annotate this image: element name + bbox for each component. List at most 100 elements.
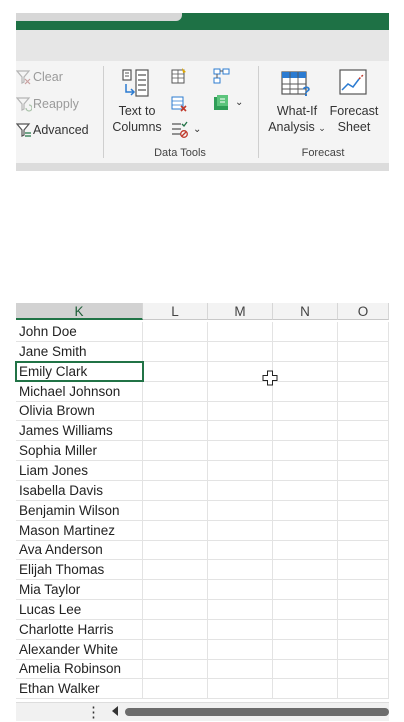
empty-cell[interactable] xyxy=(208,460,273,480)
horizontal-scroll-thumb[interactable] xyxy=(125,708,389,716)
name-cell[interactable]: Amelia Robinson xyxy=(16,659,143,679)
name-cell[interactable]: Emily Clark xyxy=(15,360,144,382)
empty-cell[interactable] xyxy=(338,500,389,520)
flash-fill-icon[interactable] xyxy=(170,67,188,90)
empty-cell[interactable] xyxy=(273,560,338,580)
remove-duplicates-icon[interactable] xyxy=(170,95,188,118)
empty-cell[interactable] xyxy=(273,361,338,381)
empty-cell[interactable] xyxy=(208,441,273,461)
name-cell[interactable]: Charlotte Harris xyxy=(16,619,143,639)
empty-cell[interactable] xyxy=(143,639,208,659)
empty-cell[interactable] xyxy=(273,460,338,480)
empty-cell[interactable] xyxy=(273,341,338,361)
empty-cell[interactable] xyxy=(208,560,273,580)
name-cell[interactable]: Ethan Walker xyxy=(16,679,143,699)
empty-cell[interactable] xyxy=(273,599,338,619)
empty-cell[interactable] xyxy=(273,679,338,699)
empty-cell[interactable] xyxy=(143,580,208,600)
chevron-down-icon[interactable]: ⌄ xyxy=(235,97,243,108)
empty-cell[interactable] xyxy=(143,560,208,580)
name-cell[interactable]: Elijah Thomas xyxy=(16,560,143,580)
empty-cell[interactable] xyxy=(208,580,273,600)
column-header-k[interactable]: K xyxy=(16,303,143,320)
data-validation-icon[interactable] xyxy=(170,121,188,144)
column-header-m[interactable]: M xyxy=(208,303,273,320)
empty-cell[interactable] xyxy=(208,599,273,619)
empty-cell[interactable] xyxy=(338,480,389,500)
sheet-options-icon[interactable]: ⋮ xyxy=(86,703,101,721)
manage-data-model-icon[interactable] xyxy=(212,94,232,117)
empty-cell[interactable] xyxy=(143,401,208,421)
name-cell[interactable]: Mason Martinez xyxy=(16,520,143,540)
empty-cell[interactable] xyxy=(208,401,273,421)
empty-cell[interactable] xyxy=(338,401,389,421)
scroll-left-icon[interactable] xyxy=(110,704,120,722)
empty-cell[interactable] xyxy=(338,341,389,361)
empty-cell[interactable] xyxy=(338,322,389,341)
empty-cell[interactable] xyxy=(143,540,208,560)
empty-cell[interactable] xyxy=(338,520,389,540)
name-cell[interactable]: Ava Anderson xyxy=(16,540,143,560)
empty-cell[interactable] xyxy=(208,322,273,341)
empty-cell[interactable] xyxy=(338,441,389,461)
empty-cell[interactable] xyxy=(143,659,208,679)
forecast-sheet-button[interactable]: Forecast Sheet xyxy=(328,68,380,138)
empty-cell[interactable] xyxy=(273,441,338,461)
empty-cell[interactable] xyxy=(273,401,338,421)
empty-cell[interactable] xyxy=(273,540,338,560)
empty-cell[interactable] xyxy=(143,381,208,401)
name-cell[interactable]: John Doe xyxy=(16,322,143,341)
name-cell[interactable]: Jane Smith xyxy=(16,341,143,361)
chevron-down-icon[interactable]: ⌄ xyxy=(193,124,201,135)
empty-cell[interactable] xyxy=(273,659,338,679)
empty-cell[interactable] xyxy=(338,560,389,580)
empty-cell[interactable] xyxy=(338,460,389,480)
empty-cell[interactable] xyxy=(338,659,389,679)
name-cell[interactable]: Alexander White xyxy=(16,639,143,659)
name-cell[interactable]: Isabella Davis xyxy=(16,480,143,500)
empty-cell[interactable] xyxy=(143,679,208,699)
empty-cell[interactable] xyxy=(208,500,273,520)
column-header-o[interactable]: O xyxy=(338,303,389,320)
name-cell[interactable]: Michael Johnson xyxy=(16,381,143,401)
empty-cell[interactable] xyxy=(273,580,338,600)
empty-cell[interactable] xyxy=(208,619,273,639)
name-cell[interactable]: Benjamin Wilson xyxy=(16,500,143,520)
empty-cell[interactable] xyxy=(338,580,389,600)
empty-cell[interactable] xyxy=(273,480,338,500)
empty-cell[interactable] xyxy=(273,322,338,341)
empty-cell[interactable] xyxy=(338,421,389,441)
empty-cell[interactable] xyxy=(338,619,389,639)
empty-cell[interactable] xyxy=(143,341,208,361)
empty-cell[interactable] xyxy=(143,421,208,441)
empty-cell[interactable] xyxy=(208,480,273,500)
name-cell[interactable]: James Williams xyxy=(16,421,143,441)
column-header-l[interactable]: L xyxy=(143,303,208,320)
empty-cell[interactable] xyxy=(208,520,273,540)
empty-cell[interactable] xyxy=(338,639,389,659)
empty-cell[interactable] xyxy=(208,540,273,560)
empty-cell[interactable] xyxy=(143,599,208,619)
empty-cell[interactable] xyxy=(143,460,208,480)
empty-cell[interactable] xyxy=(143,361,208,381)
empty-cell[interactable] xyxy=(338,599,389,619)
empty-cell[interactable] xyxy=(208,659,273,679)
name-cell[interactable]: Liam Jones xyxy=(16,460,143,480)
empty-cell[interactable] xyxy=(273,520,338,540)
empty-cell[interactable] xyxy=(208,341,273,361)
empty-cell[interactable] xyxy=(338,679,389,699)
column-header-n[interactable]: N xyxy=(273,303,338,320)
empty-cell[interactable] xyxy=(143,500,208,520)
name-cell[interactable]: Olivia Brown xyxy=(16,401,143,421)
empty-cell[interactable] xyxy=(208,421,273,441)
text-to-columns-button[interactable]: Text to Columns xyxy=(110,68,164,138)
empty-cell[interactable] xyxy=(143,520,208,540)
empty-cell[interactable] xyxy=(143,322,208,341)
empty-cell[interactable] xyxy=(338,381,389,401)
empty-cell[interactable] xyxy=(273,500,338,520)
empty-cell[interactable] xyxy=(338,540,389,560)
empty-cell[interactable] xyxy=(273,421,338,441)
empty-cell[interactable] xyxy=(273,381,338,401)
empty-cell[interactable] xyxy=(143,619,208,639)
name-cell[interactable]: Mia Taylor xyxy=(16,580,143,600)
